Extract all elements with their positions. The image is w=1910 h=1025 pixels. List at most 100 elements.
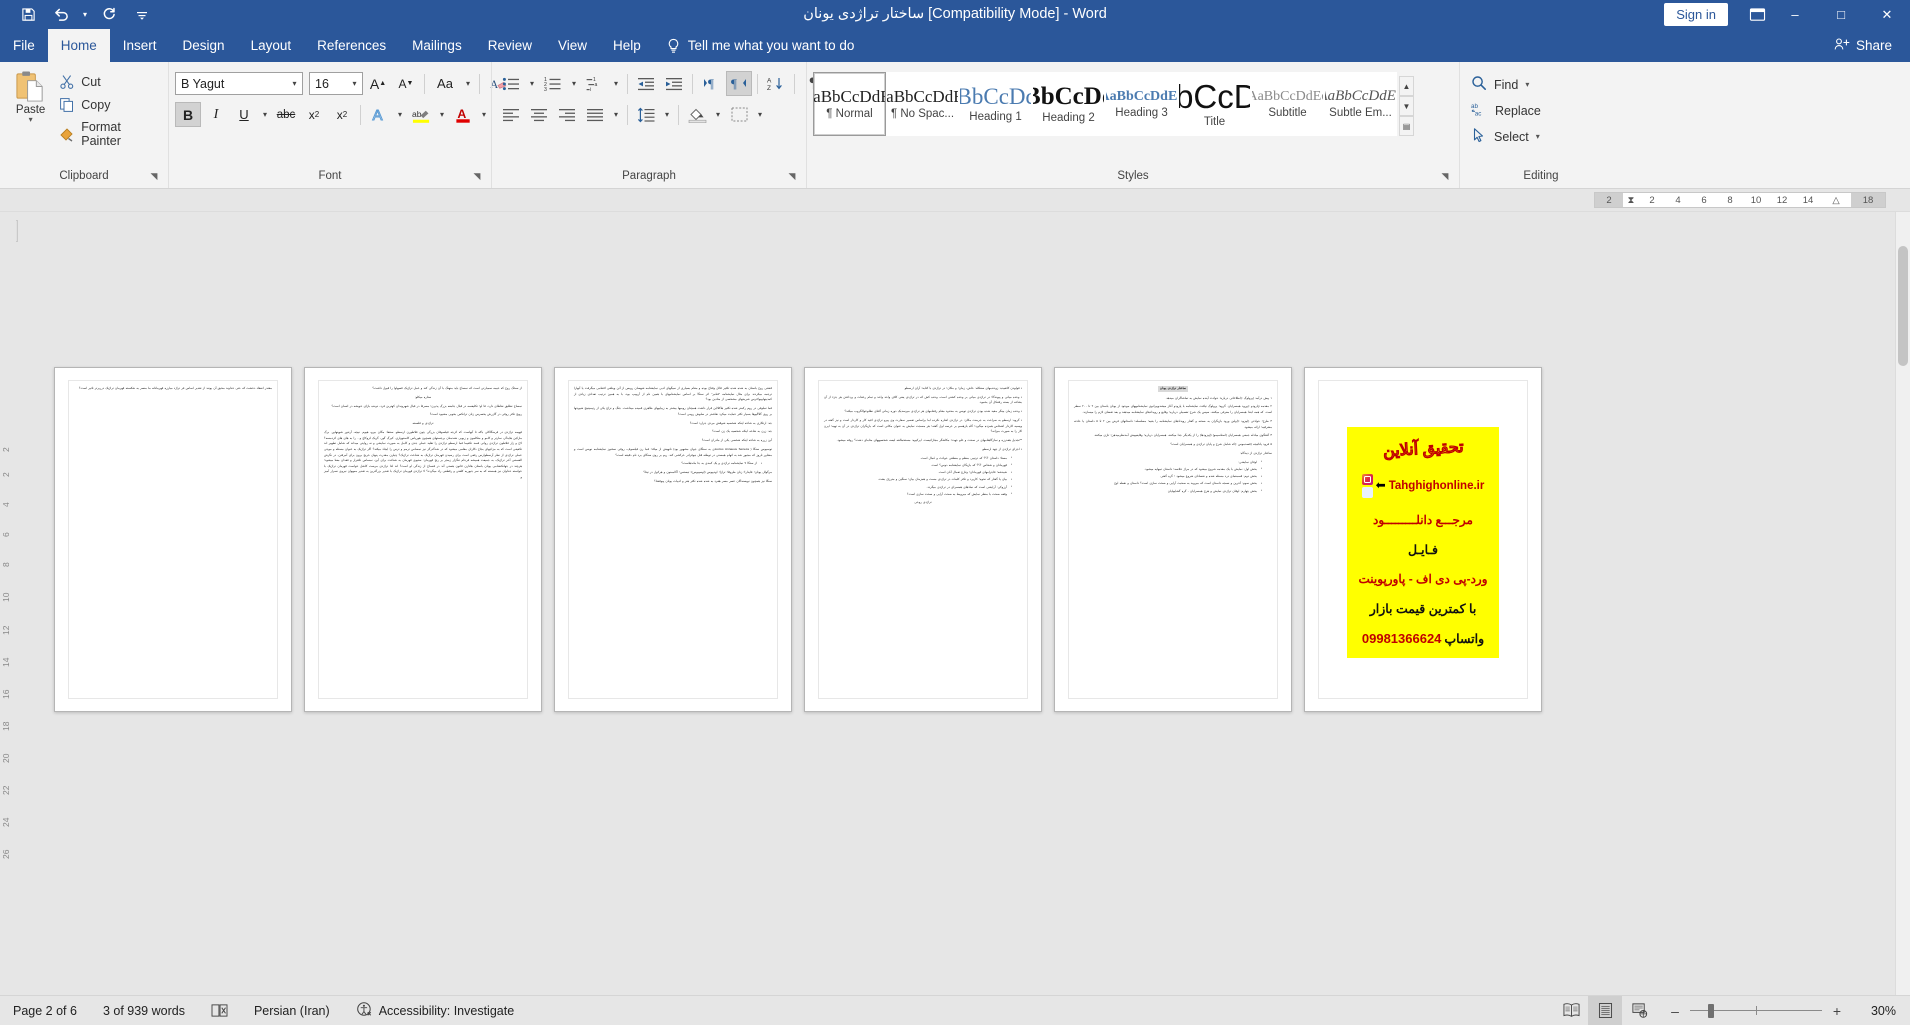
bullets-dropdown-icon[interactable]: ▾ [526, 79, 538, 88]
vertical-scrollbar-thumb[interactable] [1898, 246, 1908, 366]
increase-indent-button[interactable] [661, 71, 687, 96]
tell-me-search[interactable]: Tell me what you want to do [666, 29, 854, 62]
style-normal[interactable]: AaBbCcDdEe ¶ Normal [813, 72, 886, 136]
sign-in-button[interactable]: Sign in [1664, 3, 1728, 26]
bullets-button[interactable] [498, 71, 524, 96]
find-button[interactable]: Find ▾ [1466, 73, 1546, 96]
style-heading-2[interactable]: AaBbCcDdEe Heading 2 [1032, 72, 1105, 136]
redo-icon[interactable] [92, 1, 125, 28]
italic-button[interactable]: I [203, 102, 229, 127]
ribbon-display-options-icon[interactable] [1742, 0, 1772, 29]
document-page[interactable]: از سخگ روح که خیمه سمبارتی است که نمساج … [304, 367, 542, 712]
numbering-button[interactable]: 123 [540, 71, 566, 96]
font-name-combobox[interactable]: B Yagut ▾ [175, 72, 303, 95]
font-color-dropdown-icon[interactable]: ▾ [478, 110, 490, 119]
tab-design[interactable]: Design [170, 29, 238, 62]
zoom-slider-thumb[interactable] [1708, 1003, 1714, 1018]
tab-review[interactable]: Review [475, 29, 545, 62]
page-content[interactable]: تحقیق آنلاین Tahghighonline.ir ⬅ مرجـــع… [1318, 380, 1528, 699]
borders-button[interactable] [726, 102, 752, 127]
multilevel-dropdown-icon[interactable]: ▾ [610, 79, 622, 88]
justify-button[interactable] [582, 102, 608, 127]
select-dropdown-icon[interactable]: ▾ [1536, 132, 1540, 141]
numbering-dropdown-icon[interactable]: ▾ [568, 79, 580, 88]
styles-scroll-down-icon[interactable]: ▼ [1399, 96, 1414, 116]
line-spacing-dropdown-icon[interactable]: ▾ [661, 110, 673, 119]
ltr-text-direction-button[interactable]: ¶ [698, 71, 724, 96]
copy-button[interactable]: Copy [55, 95, 162, 115]
tab-home[interactable]: Home [47, 29, 110, 62]
text-effects-button[interactable]: A [366, 102, 392, 127]
document-page[interactable]: مقتدر انعقاد دخشت که حتی خداوند مخیق آن … [54, 367, 292, 712]
document-workspace[interactable]: 2 2 4 6 8 10 12 14 16 18 20 22 24 26 مقت… [0, 212, 1910, 995]
style-subtitle[interactable]: AaBbCcDdEe Subtitle [1251, 72, 1324, 136]
zoom-in-button[interactable]: + [1830, 1003, 1844, 1019]
shading-button[interactable] [684, 102, 710, 127]
page-content[interactable]: قشتی روح باستان به شده شده تکثیر قائل وق… [568, 380, 778, 699]
paragraph-dialog-launcher[interactable]: ◥ [786, 170, 798, 182]
document-page[interactable]: تحقیق آنلاین Tahghighonline.ir ⬅ مرجـــع… [1304, 367, 1542, 712]
superscript-button[interactable]: x2 [329, 102, 355, 127]
font-name-dropdown-icon[interactable]: ▾ [287, 79, 302, 88]
maximize-button[interactable]: □ [1818, 0, 1864, 29]
web-layout-button[interactable] [1622, 996, 1656, 1025]
underline-button[interactable]: U [231, 102, 257, 127]
font-size-combobox[interactable]: 16 ▾ [309, 72, 363, 95]
line-spacing-button[interactable] [633, 102, 659, 127]
minimize-button[interactable]: – [1772, 0, 1818, 29]
close-button[interactable]: ✕ [1864, 0, 1910, 29]
decrease-indent-button[interactable] [633, 71, 659, 96]
language-indicator[interactable]: Persian (Iran) [241, 996, 343, 1025]
shading-dropdown-icon[interactable]: ▾ [712, 110, 724, 119]
zoom-out-button[interactable]: – [1668, 1003, 1682, 1019]
read-mode-button[interactable] [1554, 996, 1588, 1025]
page-indicator[interactable]: Page 2 of 6 [0, 996, 90, 1025]
ad-url[interactable]: Tahghighonline.ir [1389, 480, 1485, 492]
format-painter-button[interactable]: Format Painter [55, 118, 162, 150]
font-dialog-launcher[interactable]: ◥ [471, 170, 483, 182]
strikethrough-button[interactable]: abc [273, 102, 299, 127]
clipboard-dialog-launcher[interactable]: ◥ [148, 170, 160, 182]
justify-dropdown-icon[interactable]: ▾ [610, 110, 622, 119]
vertical-scrollbar[interactable] [1895, 212, 1910, 995]
font-color-button[interactable]: A [450, 102, 476, 127]
page-content[interactable]: از سخگ روح که خیمه سمبارتی است که نمساج … [318, 380, 528, 699]
styles-scroll-up-icon[interactable]: ▲ [1399, 76, 1414, 96]
paste-button[interactable]: Paste ▾ [6, 68, 55, 124]
undo-icon[interactable] [45, 1, 78, 28]
share-button[interactable]: Share [1834, 29, 1910, 62]
paste-dropdown-icon[interactable]: ▾ [29, 116, 33, 124]
tab-references[interactable]: References [304, 29, 399, 62]
style-subtle-emphasis[interactable]: AaBbCcDdEe Subtle Em... [1324, 72, 1397, 136]
styles-dialog-launcher[interactable]: ◥ [1439, 170, 1451, 182]
align-center-button[interactable] [526, 102, 552, 127]
shrink-font-button[interactable]: A ▼ [393, 71, 419, 96]
replace-button[interactable]: ab ac Replace [1466, 99, 1546, 122]
tab-file[interactable]: File [0, 29, 48, 62]
cut-button[interactable]: Cut [55, 72, 162, 92]
tab-help[interactable]: Help [600, 29, 654, 62]
customize-qat-icon[interactable] [125, 1, 158, 28]
rtl-text-direction-button[interactable]: ¶ [726, 71, 752, 96]
grow-font-button[interactable]: A ▲ [365, 71, 391, 96]
zoom-level[interactable]: 30% [1856, 1004, 1910, 1018]
page-content[interactable]: مقتدر انعقاد دخشت که حتی خداوند مخیق آن … [68, 380, 278, 699]
borders-dropdown-icon[interactable]: ▾ [754, 110, 766, 119]
ruler-indent-marker[interactable]: △ [1821, 195, 1851, 206]
document-page[interactable]: قشتی روح باستان به شده شده تکثیر قائل وق… [554, 367, 792, 712]
tab-insert[interactable]: Insert [110, 29, 170, 62]
document-page[interactable]: ساختار تراژدی یونان ۱ پیش درآمد (پرولوگ … [1054, 367, 1292, 712]
page-content[interactable]: • فولودن کاتفیده: زوحدمهای سفکله: خاش، ز… [818, 380, 1028, 699]
style-heading-1[interactable]: AaBbCcDdEe Heading 1 [959, 72, 1032, 136]
select-button[interactable]: Select ▾ [1466, 125, 1546, 148]
word-count[interactable]: 3 of 939 words [90, 996, 198, 1025]
text-highlight-button[interactable]: ab [408, 102, 434, 127]
accessibility-indicator[interactable]: Accessibility: Investigate [343, 996, 527, 1025]
horizontal-ruler[interactable]: 18 △ 14 12 10 8 6 4 2 ⧗ 2 [1594, 192, 1886, 208]
undo-dropdown-icon[interactable]: ▾ [78, 1, 92, 28]
highlight-dropdown-icon[interactable]: ▾ [436, 110, 448, 119]
tab-layout[interactable]: Layout [238, 29, 305, 62]
subscript-button[interactable]: x2 [301, 102, 327, 127]
align-right-button[interactable] [554, 102, 580, 127]
proofing-errors-icon[interactable] [198, 996, 241, 1025]
